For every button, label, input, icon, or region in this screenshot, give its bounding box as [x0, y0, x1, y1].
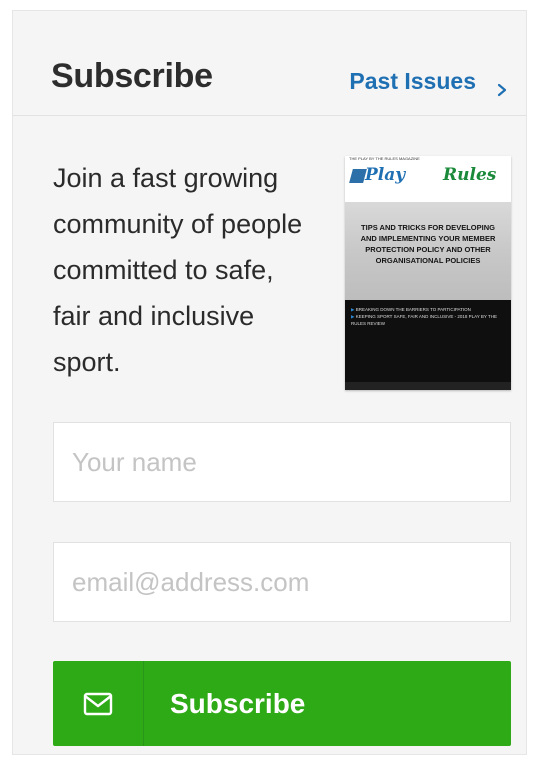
cover-logo-play: Play: [365, 165, 406, 185]
name-input[interactable]: [53, 422, 511, 502]
cover-top-strip: THE PLAY BY THE RULES MAGAZINE: [345, 156, 511, 162]
cover-headline: Tips and tricks for developing and imple…: [360, 223, 496, 265]
past-issues-link[interactable]: Past Issues: [349, 68, 508, 96]
cover-bullets: BREAKING DOWN THE BARRIERS TO PARTICIPAT…: [351, 306, 505, 327]
cover-bullet: BREAKING DOWN THE BARRIERS TO PARTICIPAT…: [351, 306, 505, 313]
subscribe-widget: Subscribe Past Issues Join a fast growin…: [12, 10, 527, 755]
magazine-cover-thumbnail[interactable]: THE PLAY BY THE RULES MAGAZINE Play Rule…: [345, 156, 511, 390]
chevron-right-icon: [496, 76, 508, 96]
intro-text: Join a fast growing community of people …: [53, 163, 303, 377]
cover-footer: [345, 382, 511, 390]
past-issues-label: Past Issues: [349, 68, 476, 94]
subscribe-button-label: Subscribe: [170, 687, 306, 719]
cover-logo-rules: Rules: [443, 165, 497, 185]
subscribe-button[interactable]: Subscribe: [53, 661, 511, 746]
email-input[interactable]: [53, 542, 511, 622]
cover-bullet: KEEPING SPORT SAFE, FAIR AND INCLUSIVE -…: [351, 313, 505, 327]
envelope-icon: [53, 661, 144, 746]
widget-title: Subscribe: [51, 57, 213, 95]
cover-masthead: Play Rules: [349, 165, 505, 195]
widget-header: Subscribe Past Issues: [13, 11, 526, 116]
